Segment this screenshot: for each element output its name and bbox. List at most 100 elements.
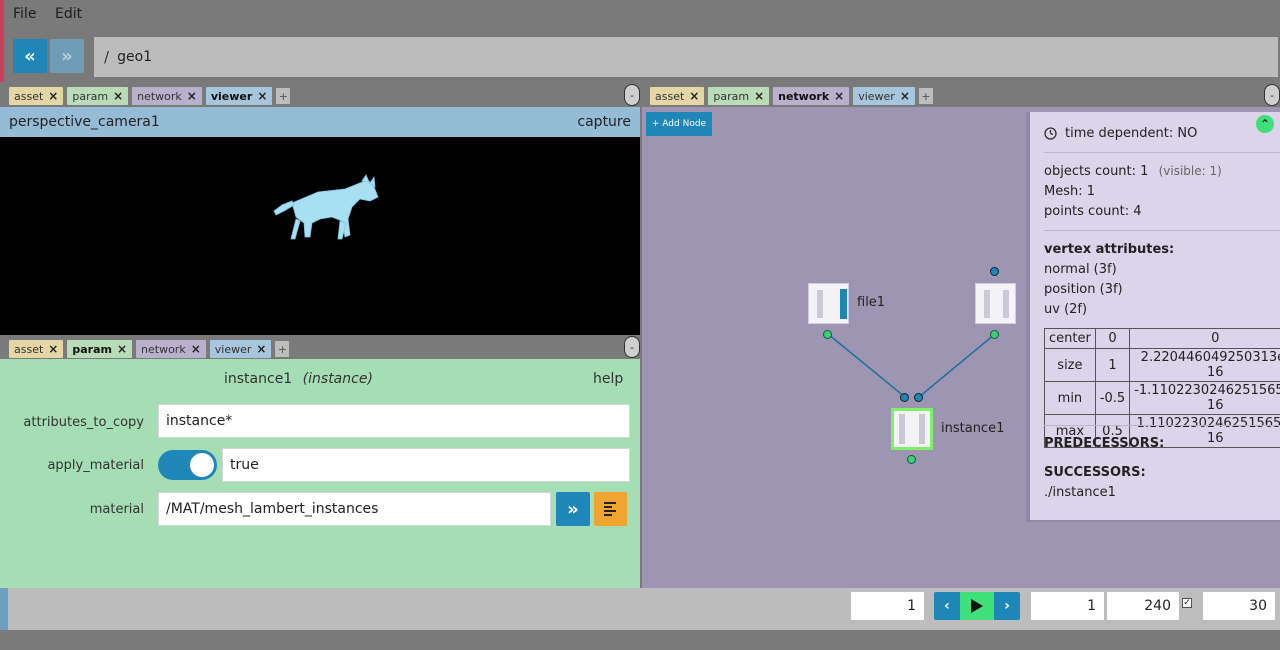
play-icon xyxy=(971,599,983,613)
status-bar xyxy=(0,630,1280,650)
close-icon[interactable]: × xyxy=(191,342,201,356)
tab-param[interactable]: param × xyxy=(67,87,129,105)
add-tab-button[interactable]: + xyxy=(918,88,933,104)
node-source[interactable] xyxy=(975,283,1016,324)
add-tab-button[interactable]: + xyxy=(276,88,291,104)
close-icon[interactable]: × xyxy=(689,89,699,103)
path-root-slash[interactable]: / xyxy=(104,48,109,66)
node-input-port-0[interactable] xyxy=(900,393,909,402)
tab-param[interactable]: param × xyxy=(67,340,133,358)
close-icon[interactable]: × xyxy=(113,89,123,103)
display-flag[interactable] xyxy=(840,289,847,319)
close-icon[interactable]: × xyxy=(257,89,267,103)
info-separator xyxy=(1044,152,1280,153)
play-button[interactable] xyxy=(960,592,994,620)
viewer-header: perspective_camera1 capture xyxy=(0,107,640,137)
node-input-port-1[interactable] xyxy=(914,393,923,402)
toggle-knob xyxy=(190,453,214,477)
camera-name[interactable]: perspective_camera1 xyxy=(9,114,160,130)
tab-viewer[interactable]: viewer × xyxy=(205,87,273,105)
close-icon[interactable]: × xyxy=(834,89,844,103)
node-flag-left xyxy=(984,290,990,318)
tab-network[interactable]: network × xyxy=(136,340,206,358)
node-instance1[interactable] xyxy=(891,408,933,450)
collapse-panel-button[interactable]: - xyxy=(1264,84,1280,106)
node-flag-left xyxy=(899,414,905,444)
param-node-title: instance1 (instance) xyxy=(224,371,373,387)
viewer-canvas[interactable] xyxy=(0,137,640,335)
close-icon[interactable]: × xyxy=(48,89,58,103)
mesh-count: Mesh: 1 xyxy=(1044,184,1096,199)
objects-count-row: objects count: 1 (visible: 1) xyxy=(1044,164,1222,179)
fps-input[interactable]: 30 xyxy=(1203,592,1275,620)
help-link[interactable]: help xyxy=(593,371,623,387)
close-icon[interactable]: × xyxy=(117,342,127,356)
current-frame-input[interactable]: 1 xyxy=(851,592,924,620)
realtime-checkbox[interactable]: ✓ xyxy=(1182,598,1192,608)
menu-edit[interactable]: Edit xyxy=(55,6,82,22)
apply-material-label: apply_material xyxy=(47,458,144,473)
attributes-to-copy-input[interactable]: instance* xyxy=(158,404,630,438)
info-separator xyxy=(1044,230,1280,231)
chevron-left-icon: ‹ xyxy=(944,598,950,614)
close-icon[interactable]: × xyxy=(48,342,58,356)
bottom-left-tab-bar: asset × param × network × viewer × + xyxy=(9,339,290,359)
double-chevron-right-icon: » xyxy=(61,45,73,67)
forward-button[interactable]: » xyxy=(50,39,84,73)
successors-title: SUCCESSORS: xyxy=(1044,465,1146,480)
predecessors-title: PREDECESSORS: xyxy=(1044,436,1165,451)
bounding-box-table: center 0 0 size 1 2.220446049250313e-16 … xyxy=(1044,328,1280,448)
node-output-port[interactable] xyxy=(907,455,916,464)
node-info-panel: time dependent: NO ⌃ objects count: 1 (v… xyxy=(1026,112,1280,522)
select-material-button[interactable] xyxy=(594,492,627,526)
material-input[interactable]: /MAT/mesh_lambert_instances xyxy=(158,492,551,526)
tab-asset[interactable]: asset × xyxy=(9,340,64,358)
start-frame-input[interactable]: 1 xyxy=(1031,592,1104,620)
param-node-name: instance1 xyxy=(224,371,293,387)
previous-frame-button[interactable]: ‹ xyxy=(934,592,960,620)
add-tab-button[interactable]: + xyxy=(275,341,290,357)
objects-count: objects count: 1 xyxy=(1044,164,1149,179)
tab-network[interactable]: network × xyxy=(773,87,850,105)
next-frame-button[interactable]: › xyxy=(994,592,1020,620)
close-icon[interactable]: × xyxy=(754,89,764,103)
double-chevron-up-icon: ⌃ xyxy=(1259,117,1271,131)
time-dependent-text: time dependent: NO xyxy=(1065,126,1198,141)
table-row: size 1 2.220446049250313e-16 xyxy=(1044,348,1280,382)
close-icon[interactable]: × xyxy=(900,89,910,103)
node-file1[interactable] xyxy=(808,283,849,324)
tab-param[interactable]: param × xyxy=(708,87,770,105)
timeline-scrubber[interactable] xyxy=(0,588,847,630)
points-count: points count: 4 xyxy=(1044,204,1142,219)
collapse-panel-button[interactable]: - xyxy=(624,84,640,106)
back-button[interactable]: « xyxy=(13,39,47,73)
wolf-model xyxy=(273,174,379,240)
node-instance1-label: instance1 xyxy=(941,421,1005,436)
goto-material-button[interactable]: » xyxy=(556,492,590,526)
successor-link[interactable]: ./instance1 xyxy=(1044,485,1116,500)
node-input-port[interactable] xyxy=(990,267,999,276)
tab-network[interactable]: network × xyxy=(132,87,202,105)
tab-viewer[interactable]: viewer × xyxy=(853,87,915,105)
apply-material-toggle[interactable] xyxy=(158,450,217,480)
vertex-attributes-title: vertex attributes: xyxy=(1044,242,1175,257)
table-row: min -0.5 -1.1102230246251565e-16 xyxy=(1044,381,1280,415)
tab-viewer[interactable]: viewer × xyxy=(209,340,272,358)
node-flag-right xyxy=(919,414,925,444)
node-output-port[interactable] xyxy=(823,330,832,339)
capture-button[interactable]: capture xyxy=(577,114,631,130)
close-icon[interactable]: × xyxy=(187,89,197,103)
node-output-port[interactable] xyxy=(990,330,999,339)
apply-material-value[interactable]: true xyxy=(222,448,630,482)
collapse-info-button[interactable]: ⌃ xyxy=(1256,115,1274,133)
path-bar[interactable]: / geo1 xyxy=(94,37,1278,77)
timeline-playhead[interactable] xyxy=(0,588,8,630)
close-icon[interactable]: × xyxy=(256,342,266,356)
end-frame-input[interactable]: 240 xyxy=(1107,592,1179,620)
menu-bar: File Edit xyxy=(0,0,1280,82)
collapse-panel-button[interactable]: - xyxy=(624,336,640,358)
tab-asset[interactable]: asset × xyxy=(9,87,64,105)
path-segment[interactable]: geo1 xyxy=(117,49,152,65)
menu-file[interactable]: File xyxy=(13,6,36,22)
tab-asset[interactable]: asset × xyxy=(650,87,705,105)
